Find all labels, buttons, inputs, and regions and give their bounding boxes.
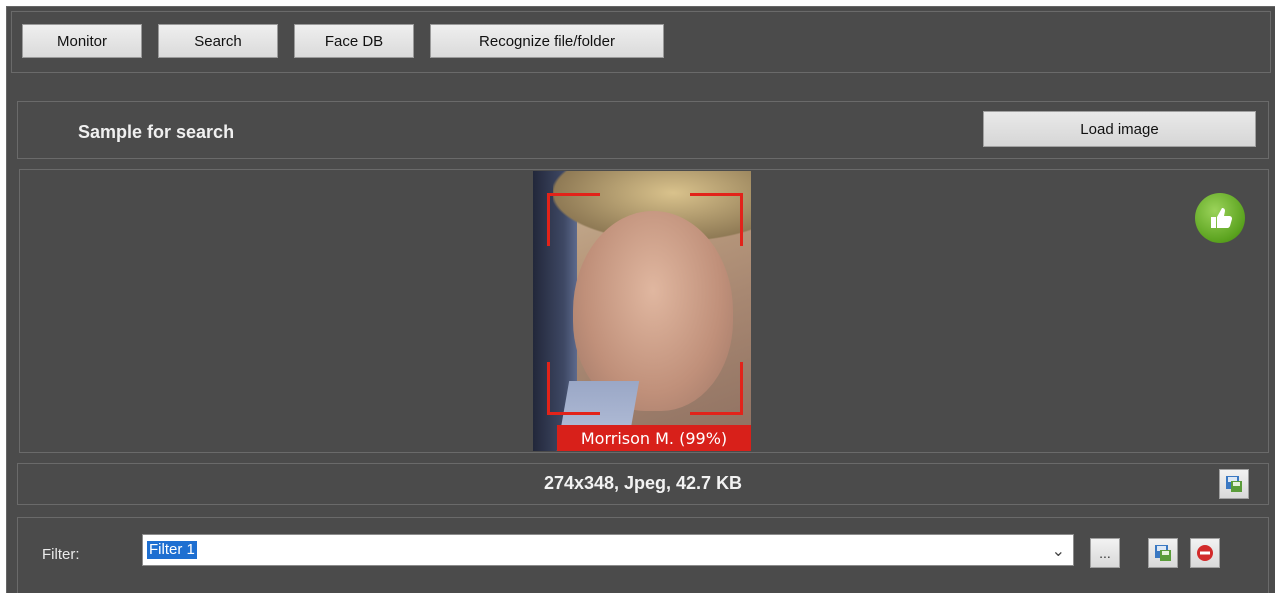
filter-save-button[interactable] [1148, 538, 1178, 568]
image-info-panel: 274x348, Jpeg, 42.7 KB [17, 463, 1269, 505]
face-frame-corner [690, 193, 743, 246]
face-frame-corner [547, 362, 600, 415]
tab-search[interactable]: Search [158, 24, 278, 58]
filter-value: Filter 1 [147, 541, 197, 559]
load-image-button[interactable]: Load image [983, 111, 1256, 147]
image-info-text: 274x348, Jpeg, 42.7 KB [543, 473, 743, 493]
filter-label: Filter: [42, 546, 80, 563]
sample-photo: Morrison M. (99%) [533, 171, 751, 451]
save-image-button[interactable] [1219, 469, 1249, 499]
toolbar: Monitor Search Face DB Recognize file/fo… [11, 11, 1271, 73]
face-frame-corner [690, 362, 743, 415]
remove-icon [1197, 545, 1213, 561]
save-icon [1155, 545, 1171, 561]
save-icon [1226, 476, 1242, 492]
tab-face-db[interactable]: Face DB [294, 24, 414, 58]
tab-recognize-file-folder[interactable]: Recognize file/folder [430, 24, 664, 58]
app-window: Monitor Search Face DB Recognize file/fo… [6, 6, 1275, 593]
tab-monitor[interactable]: Monitor [22, 24, 142, 58]
filter-select[interactable]: Filter 1 ⌄ [142, 534, 1074, 566]
face-frame-corner [547, 193, 600, 246]
chevron-down-icon[interactable]: ⌄ [1052, 541, 1065, 561]
filter-remove-button[interactable] [1190, 538, 1220, 568]
face-match-label: Morrison M. (99%) [557, 425, 751, 451]
sample-title: Sample for search [78, 122, 235, 142]
filter-browse-button[interactable]: ... [1090, 538, 1120, 568]
thumbs-up-icon [1195, 193, 1245, 243]
